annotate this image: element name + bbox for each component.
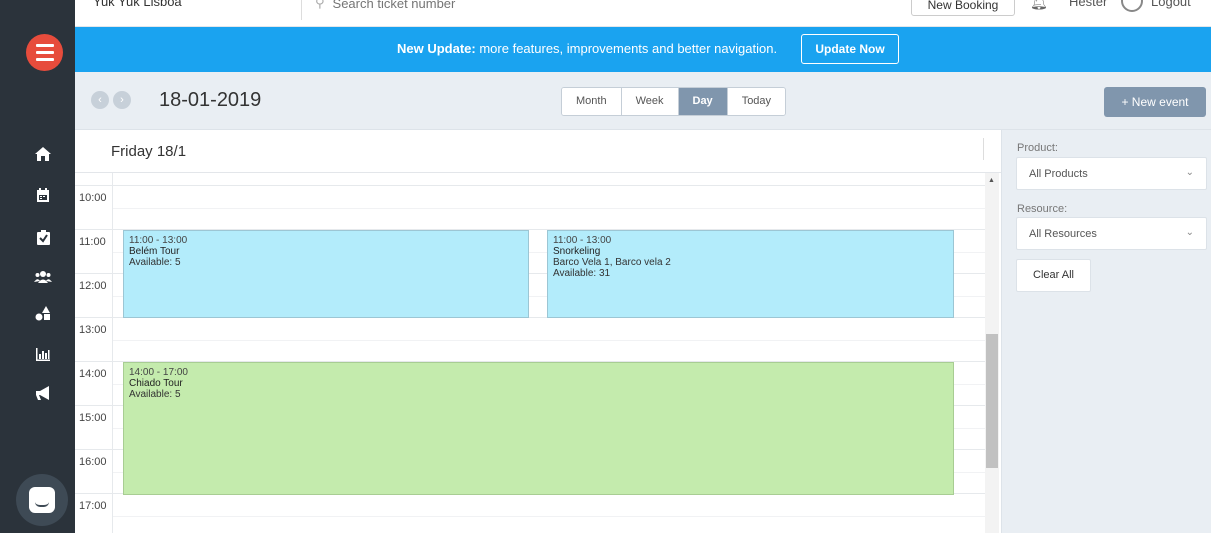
app-logo[interactable] (26, 34, 63, 71)
event-detail: Barco Vela 1, Barco vela 2 (553, 257, 671, 268)
resource-select[interactable]: All Resources ⌄ (1016, 217, 1207, 250)
new-event-button[interactable]: + New event (1104, 87, 1206, 117)
search-box[interactable]: ⚲ (315, 0, 533, 11)
shapes-icon[interactable] (28, 302, 58, 324)
event-availability: Available: 31 (553, 268, 611, 279)
calendar-toolbar: ‹ › 18-01-2019 Month Week Day Today + Ne… (75, 72, 1211, 130)
hour-label: 14:00 (79, 368, 107, 380)
update-banner: New Update: more features, improvements … (75, 27, 1211, 72)
hour-label: 12:00 (79, 280, 107, 292)
view-switcher: Month Week Day Today (561, 87, 787, 116)
clipboard-icon[interactable] (28, 226, 58, 248)
event-name: Belém Tour (129, 246, 180, 257)
hour-row[interactable]: 10:00 (75, 185, 985, 229)
company-name: Yuk Yuk Lisboa (93, 0, 182, 9)
event-time: 14:00 - 17:00 (129, 367, 188, 378)
hour-label: 11:00 (79, 236, 106, 248)
event-card[interactable]: 11:00 - 13:00 Snorkeling Barco Vela 1, B… (547, 230, 954, 318)
chevron-down-icon: ⌄ (1185, 167, 1194, 178)
product-select[interactable]: All Products ⌄ (1016, 157, 1207, 190)
day-calendar: Friday 18/1 10:00 11:00 12:00 13:00 14:0… (75, 130, 1001, 533)
view-day-button[interactable]: Day (678, 88, 728, 115)
event-availability: Available: 5 (129, 257, 181, 268)
product-label: Product: (1017, 142, 1058, 154)
view-week-button[interactable]: Week (621, 88, 679, 115)
time-grid[interactable]: 10:00 11:00 12:00 13:00 14:00 15:00 16:0… (75, 173, 985, 533)
hour-label: 10:00 (79, 192, 107, 204)
calendar-icon[interactable] (28, 184, 58, 206)
sidebar (0, 0, 75, 533)
calendar-scrollbar[interactable]: ▲ (985, 173, 999, 533)
users-icon[interactable] (28, 265, 58, 287)
resource-label: Resource: (1017, 203, 1068, 215)
search-input[interactable] (332, 0, 533, 11)
notifications-icon[interactable]: 🔔︎ (1030, 0, 1048, 11)
event-card[interactable]: 14:00 - 17:00 Chiado Tour Available: 5 (123, 362, 954, 495)
search-icon: ⚲ (315, 0, 325, 10)
hour-label: 17:00 (79, 500, 107, 512)
event-name: Snorkeling (553, 246, 601, 257)
event-time: 11:00 - 13:00 (129, 235, 188, 246)
new-booking-button[interactable]: New Booking (911, 0, 1015, 16)
day-header: Friday 18/1 (75, 130, 1001, 173)
chevron-left-icon: ‹ (98, 94, 102, 106)
event-card[interactable]: 11:00 - 13:00 Belém Tour Available: 5 (123, 230, 529, 318)
resource-select-value: All Resources (1029, 228, 1097, 240)
bar-chart-icon[interactable] (28, 343, 58, 365)
hour-label: 15:00 (79, 412, 107, 424)
divider (983, 138, 984, 160)
divider (301, 0, 302, 20)
prev-day-button[interactable]: ‹ (91, 91, 109, 109)
banner-title: New Update: (397, 41, 476, 56)
day-title: Friday 18/1 (111, 143, 187, 160)
update-now-button[interactable]: Update Now (801, 34, 899, 64)
chat-launcher-button[interactable] (16, 474, 68, 526)
user-name[interactable]: Hester (1069, 0, 1107, 9)
event-name: Chiado Tour (129, 378, 183, 389)
chevron-down-icon: ⌄ (1185, 227, 1194, 238)
divider (112, 173, 113, 533)
hour-row[interactable]: 13:00 (75, 317, 985, 361)
chat-icon (29, 487, 55, 513)
chevron-right-icon: › (120, 94, 124, 106)
logout-link[interactable]: Logout (1151, 0, 1191, 9)
scrollbar-thumb[interactable] (986, 334, 998, 468)
filters-panel: Product: All Products ⌄ Resource: All Re… (1001, 130, 1211, 533)
event-time: 11:00 - 13:00 (553, 235, 612, 246)
clear-all-button[interactable]: Clear All (1016, 259, 1091, 292)
home-icon[interactable] (28, 143, 58, 165)
next-day-button[interactable]: › (113, 91, 131, 109)
avatar[interactable] (1121, 0, 1143, 12)
current-date: 18-01-2019 (159, 89, 262, 111)
banner-text: more features, improvements and better n… (475, 41, 778, 56)
hour-label: 16:00 (79, 456, 107, 468)
megaphone-icon[interactable] (28, 382, 58, 404)
hour-label: 13:00 (79, 324, 107, 336)
view-month-button[interactable]: Month (562, 88, 622, 115)
banner-message: New Update: more features, improvements … (397, 41, 777, 56)
event-availability: Available: 5 (129, 389, 181, 400)
top-bar: Yuk Yuk Lisboa ⚲ New Booking 🔔︎ Hester L… (75, 0, 1211, 27)
hour-row[interactable]: 17:00 (75, 493, 985, 533)
scroll-up-icon[interactable]: ▲ (988, 177, 995, 184)
product-select-value: All Products (1029, 168, 1088, 180)
today-button[interactable]: Today (727, 88, 786, 115)
